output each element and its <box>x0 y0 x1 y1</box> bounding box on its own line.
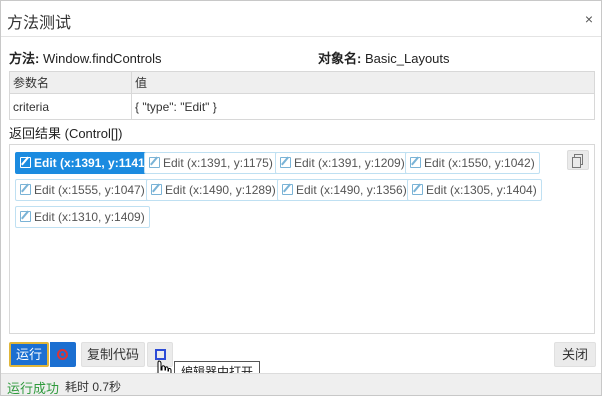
result-item[interactable]: Edit (x:1490, y:1356) <box>277 179 412 201</box>
result-item[interactable]: Edit (x:1391, y:1141) <box>15 152 154 174</box>
copy-icon-back <box>572 157 581 168</box>
copy-result-button[interactable] <box>567 150 589 170</box>
edit-icon <box>20 211 31 222</box>
status-elapsed: 耗时 0.7秒 <box>65 380 122 394</box>
result-item-label: Edit (x:1555, y:1047) <box>34 183 145 197</box>
result-item-label: Edit (x:1391, y:1175) <box>163 156 273 170</box>
run-options-button[interactable] <box>50 342 76 367</box>
object-value: Basic_Layouts <box>364 51 450 66</box>
method-value: Window.findControls <box>42 51 162 66</box>
result-item-label: Edit (x:1391, y:1209) <box>294 156 405 170</box>
edit-icon <box>20 157 31 168</box>
params-header-row: 参数名 值 <box>9 71 595 94</box>
edit-icon <box>282 184 293 195</box>
dialog-title: 方法测试 <box>7 15 72 32</box>
object-label: 对象名: <box>318 51 362 66</box>
edit-icon <box>410 157 421 168</box>
edit-icon <box>149 157 160 168</box>
result-item[interactable]: Edit (x:1310, y:1409) <box>15 206 150 228</box>
method-test-dialog: 方法测试 × 方法: Window.findControls 对象名: Basi… <box>0 0 602 396</box>
settings-icon <box>57 349 68 360</box>
param-name-header: 参数名 <box>9 71 132 94</box>
method-info: 方法: Window.findControls <box>9 48 161 67</box>
run-button[interactable]: 运行 <box>9 342 49 367</box>
params-table: 参数名 值 criteria { "type": "Edit" } <box>9 71 595 120</box>
result-item[interactable]: Edit (x:1391, y:1209) <box>275 152 410 174</box>
edit-icon <box>151 184 162 195</box>
status-result: 运行成功 <box>7 381 60 396</box>
title-bar: 方法测试 × <box>1 1 601 37</box>
close-icon[interactable]: × <box>585 11 593 27</box>
copy-code-button[interactable]: 复制代码 <box>81 342 145 367</box>
method-label: 方法: <box>9 51 40 66</box>
result-item[interactable]: Edit (x:1550, y:1042) <box>405 152 540 174</box>
table-row: criteria { "type": "Edit" } <box>9 93 595 120</box>
open-in-editor-icon <box>155 349 166 360</box>
param-value-cell[interactable]: { "type": "Edit" } <box>131 93 595 120</box>
result-title: 返回结果 (Control[]) <box>9 126 123 141</box>
status-bar: 运行成功 耗时 0.7秒 <box>1 373 601 396</box>
result-item[interactable]: Edit (x:1391, y:1175) <box>144 152 278 174</box>
result-item-label: Edit (x:1550, y:1042) <box>424 156 535 170</box>
edit-icon <box>412 184 423 195</box>
param-name-cell: criteria <box>9 93 132 120</box>
object-info: 对象名: Basic_Layouts <box>318 48 450 67</box>
result-item-label: Edit (x:1490, y:1356) <box>296 183 407 197</box>
close-button[interactable]: 关闭 <box>554 342 596 367</box>
result-item[interactable]: Edit (x:1490, y:1289) <box>146 179 281 201</box>
result-item[interactable]: Edit (x:1555, y:1047) <box>15 179 150 201</box>
result-item-label: Edit (x:1310, y:1409) <box>34 210 145 224</box>
param-value-header: 值 <box>131 71 595 94</box>
edit-icon <box>280 157 291 168</box>
edit-icon <box>20 184 31 195</box>
result-item-label: Edit (x:1305, y:1404) <box>426 183 537 197</box>
result-item-label: Edit (x:1490, y:1289) <box>165 183 276 197</box>
result-list: Edit (x:1391, y:1141) Edit (x:1391, y:11… <box>9 144 595 334</box>
result-item[interactable]: Edit (x:1305, y:1404) <box>407 179 542 201</box>
result-item-label: Edit (x:1391, y:1141) <box>34 156 149 170</box>
